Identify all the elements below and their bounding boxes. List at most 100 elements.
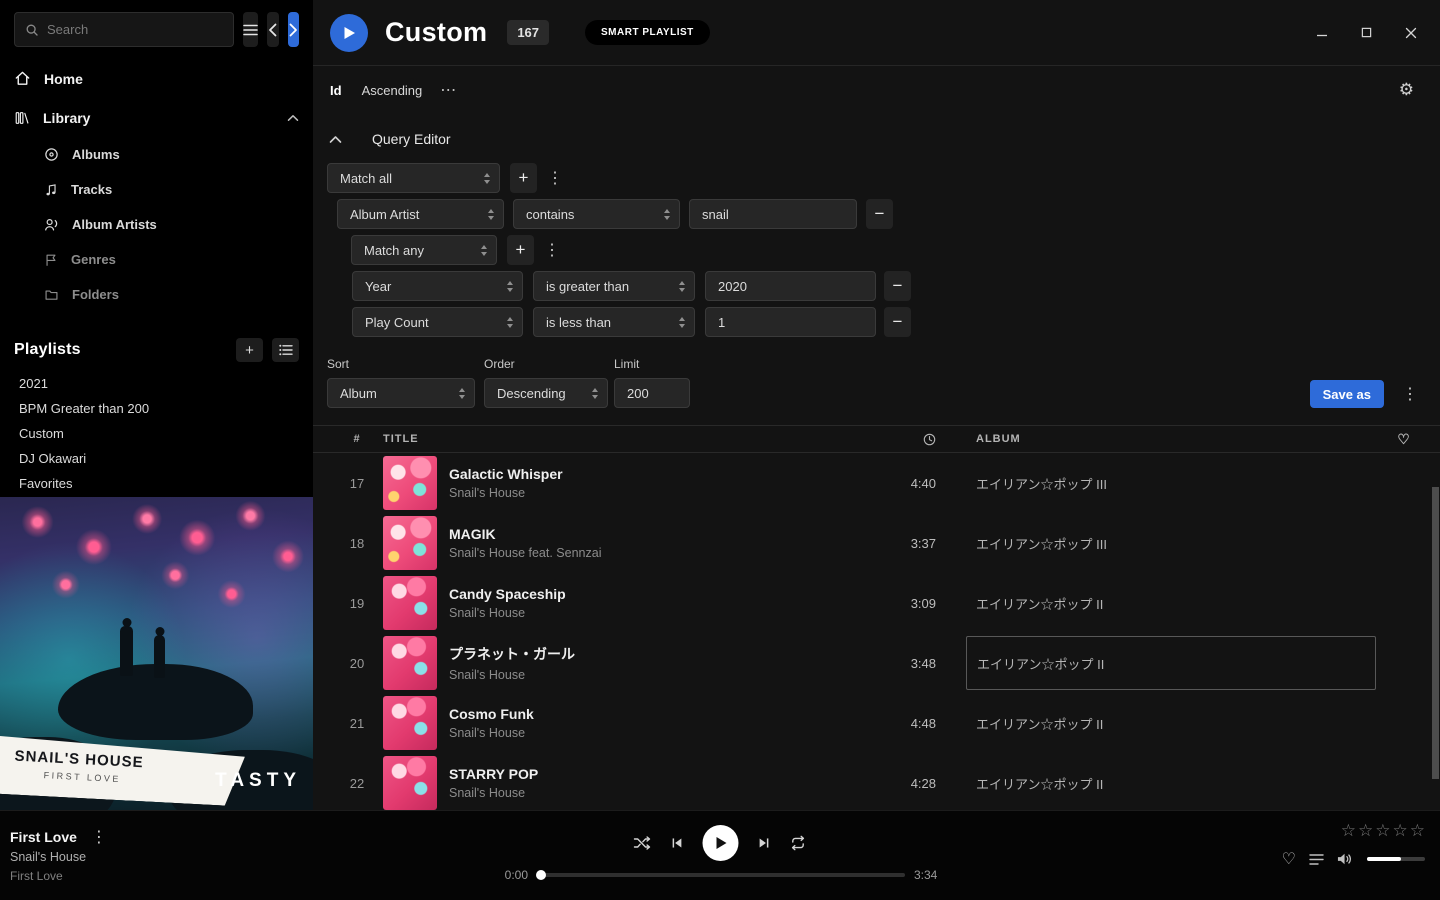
star-icon[interactable]: ☆ [1358,821,1373,841]
now-playing-menu-icon[interactable]: ⋮ [91,827,105,847]
app-window: Home Library Albums [0,0,1440,900]
duration-clock-icon[interactable] [866,433,936,446]
limit-input[interactable] [614,378,690,408]
group-menu-icon[interactable]: ⋮ [544,240,558,260]
rule-value-input[interactable] [705,307,876,337]
volume-icon[interactable] [1337,852,1354,866]
column-title[interactable]: TITLE [383,433,866,445]
add-playlist-button[interactable]: + [236,338,263,362]
group-menu-icon[interactable]: ⋮ [547,168,561,188]
volume-slider[interactable] [1367,857,1425,861]
rule-field-select[interactable]: Year [352,271,523,301]
play-playlist-button[interactable] [330,14,368,52]
star-icon[interactable]: ☆ [1410,821,1425,841]
table-row[interactable]: 20 プラネット・ガール Snail's House 3:48 エイリアン☆ポッ… [313,633,1440,693]
sidebar-item-genres[interactable]: Genres [0,242,313,277]
sort-direction-button[interactable]: Ascending [362,83,423,98]
star-icon[interactable]: ☆ [1341,821,1356,841]
remove-rule-button[interactable]: − [884,271,911,301]
more-options-icon[interactable]: ⋯ [440,80,457,100]
column-index[interactable]: # [339,433,375,445]
settings-gear-icon[interactable]: ⚙ [1399,80,1414,100]
play-icon [714,836,727,850]
nav-forward-button[interactable] [288,12,300,47]
match-type-select[interactable]: Match any [351,235,497,265]
save-menu-icon[interactable]: ⋮ [1402,384,1416,404]
add-rule-button[interactable]: + [510,163,537,193]
query-rule: Play Count is less than − [352,307,1440,337]
rule-value-input[interactable] [689,199,857,229]
track-artist: Snail's House [449,786,866,800]
nav-back-button[interactable] [267,12,279,47]
playlist-item[interactable]: 2021 [0,371,313,396]
playlist-item[interactable]: Custom [0,421,313,446]
sort-select[interactable]: Album [327,378,475,408]
rule-operator-select[interactable]: contains [513,199,680,229]
remove-rule-button[interactable]: − [884,307,911,337]
playlist-list-button[interactable] [272,338,299,362]
menu-button[interactable] [243,12,258,47]
collapse-button[interactable] [329,135,342,144]
save-as-button[interactable]: Save as [1310,380,1384,408]
shuffle-button[interactable] [634,835,652,851]
playlist-item[interactable]: BPM Greater than 200 [0,396,313,421]
next-track-button[interactable] [757,836,772,850]
sort-field-button[interactable]: Id [330,83,342,98]
search-input[interactable] [14,12,234,47]
rule-operator-select[interactable]: is less than [533,307,695,337]
table-row[interactable]: 19 Candy Spaceship Snail's House 3:09 エイ… [313,573,1440,633]
now-playing-title: First Love [10,829,77,845]
table-row[interactable]: 21 Cosmo Funk Snail's House 4:48 エイリアン☆ポ… [313,693,1440,753]
chevron-left-icon [268,23,277,37]
favorite-column-icon[interactable]: ♡ [1376,431,1432,448]
table-row[interactable]: 18 MAGIK Snail's House feat. Sennzai 3:3… [313,513,1440,573]
select-carets-icon [592,388,598,399]
star-icon[interactable]: ☆ [1393,821,1408,841]
sidebar-item-albums[interactable]: Albums [0,137,313,172]
order-select[interactable]: Descending [484,378,608,408]
repeat-button[interactable] [790,835,807,851]
sidebar-item-tracks[interactable]: Tracks [0,172,313,207]
close-button[interactable] [1405,27,1417,39]
table-row[interactable]: 22 STARRY POP Snail's House 4:28 エイリアン☆ポ… [313,753,1440,810]
album-art-thumbnail [383,576,437,630]
table-row[interactable]: 17 Galactic Whisper Snail's House 4:40 エ… [313,453,1440,513]
rule-value-input[interactable] [705,271,876,301]
search-field[interactable] [47,22,223,37]
rating-stars: ☆ ☆ ☆ ☆ ☆ [1341,821,1425,841]
star-icon[interactable]: ☆ [1375,821,1390,841]
scrollbar-thumb[interactable] [1432,487,1439,779]
select-carets-icon [664,209,670,220]
track-album: エイリアン☆ポップ II [966,594,1376,613]
seek-handle[interactable] [536,870,546,880]
playlist-item[interactable]: DJ Okawari [0,446,313,471]
rule-field-select[interactable]: Play Count [352,307,523,337]
play-pause-button[interactable] [703,825,739,861]
favorite-heart-icon[interactable]: ♡ [1282,849,1296,869]
remove-rule-button[interactable]: − [866,199,893,229]
track-album-focused-cell[interactable]: エイリアン☆ポップ II [966,636,1376,690]
match-type-select[interactable]: Match all [327,163,500,193]
queue-icon[interactable] [1309,853,1324,866]
chevron-right-icon [289,23,298,37]
seek-bar[interactable] [537,873,905,877]
rule-operator-select[interactable]: is greater than [533,271,695,301]
playlist-item[interactable]: Favorites [0,471,313,496]
sidebar-item-home[interactable]: Home [0,59,313,98]
transport-controls [634,825,807,861]
rule-field-select[interactable]: Album Artist [337,199,504,229]
column-album[interactable]: ALBUM [966,433,1376,445]
sidebar-item-album-artists[interactable]: Album Artists [0,207,313,242]
chevron-up-icon[interactable] [287,114,299,122]
add-rule-button[interactable]: + [507,235,534,265]
plus-icon: + [516,240,526,260]
maximize-button[interactable] [1361,27,1372,38]
sidebar-item-folders[interactable]: Folders [0,277,313,312]
sidebar-item-library[interactable]: Library [0,98,313,137]
sidebar-nav: Home Library Albums [0,59,313,312]
order-label: Order [484,357,608,371]
query-group-all: Match all + ⋮ [327,163,1440,193]
previous-track-button[interactable] [670,836,685,850]
minimize-button[interactable] [1316,27,1328,39]
album-art-thumbnail [383,456,437,510]
